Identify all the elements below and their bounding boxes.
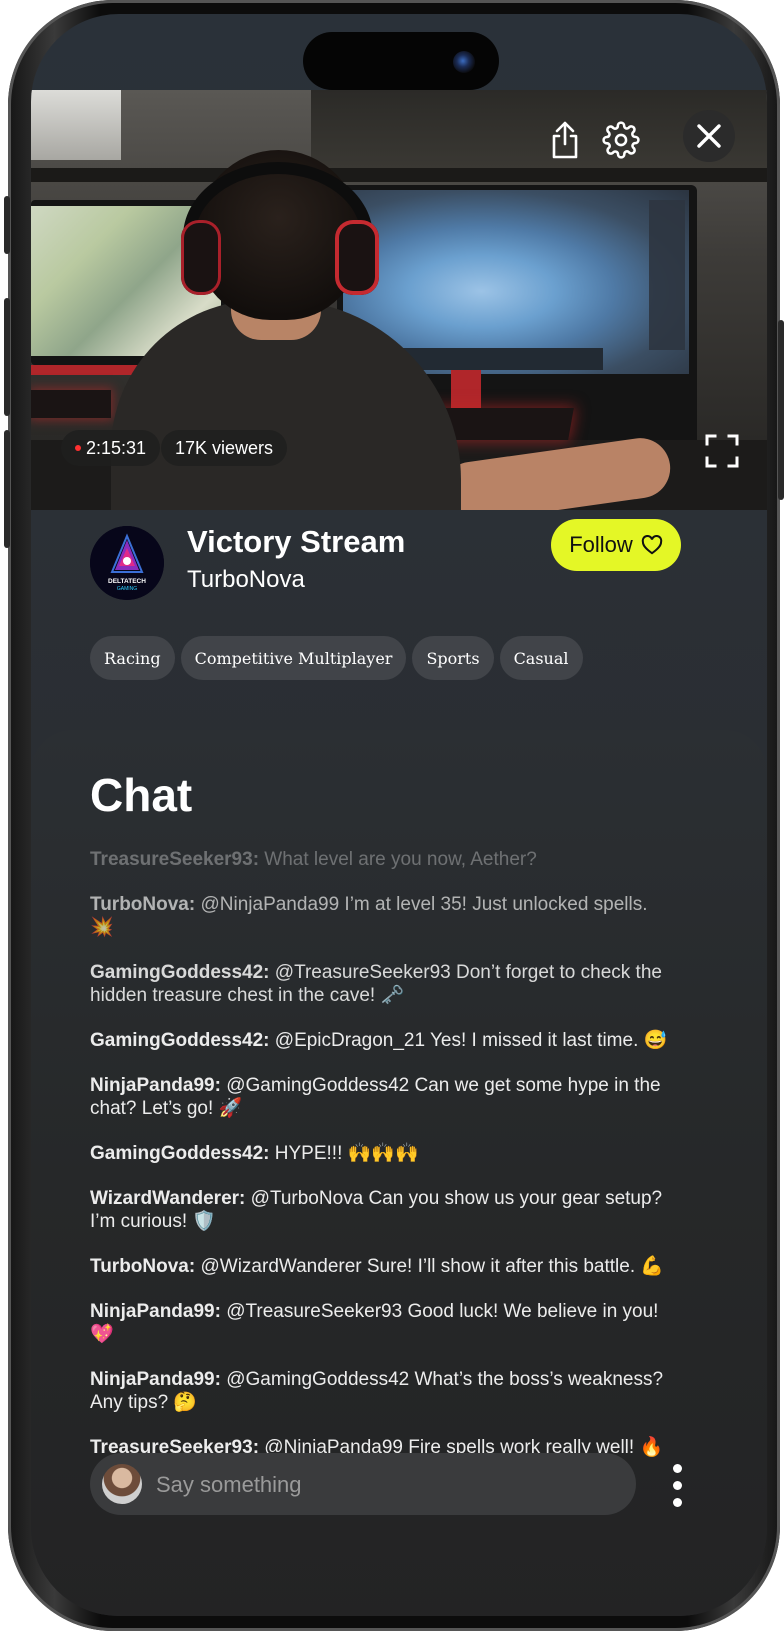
- video-scene-keyboard-left: [31, 390, 111, 418]
- chat-username[interactable]: GamingGoddess42:: [90, 962, 270, 983]
- channel-logo[interactable]: DELTATECH GAMING: [90, 526, 164, 600]
- chat-messages[interactable]: TreasureSeeker93: What level are you now…: [90, 848, 670, 1481]
- duration-badge: 2:15:31: [61, 430, 161, 466]
- chat-text: What level are you now, Aether?: [264, 849, 537, 870]
- chat-message: GamingGoddess42: HYPE!!! 🙌🙌🙌: [90, 1142, 670, 1165]
- dot: [672, 1463, 682, 1473]
- live-dot-icon: [75, 445, 81, 451]
- video-player[interactable]: 2:15:31 17K viewers: [31, 90, 767, 510]
- gear-icon[interactable]: [599, 118, 643, 162]
- video-scene-earcup-right: [335, 220, 379, 295]
- video-scene-window: [31, 90, 121, 160]
- chat-message: NinjaPanda99: @TreasureSeeker93 Good luc…: [90, 1300, 670, 1346]
- power-button: [778, 320, 784, 500]
- chat-message: GamingGoddess42: @EpicDragon_21 Yes! I m…: [90, 1029, 670, 1052]
- tag-casual[interactable]: Casual: [499, 636, 583, 680]
- video-scene-earcup-left: [181, 220, 221, 295]
- chat-input-bar: [90, 1453, 636, 1517]
- chat-username[interactable]: TurboNova:: [90, 1256, 195, 1277]
- video-scene-shelf: [31, 168, 767, 182]
- chat-username[interactable]: NinjaPanda99:: [90, 1301, 221, 1322]
- video-scene-hud: [649, 200, 685, 350]
- dot: [672, 1497, 682, 1507]
- fullscreen-icon[interactable]: [705, 434, 739, 468]
- dot: [672, 1480, 682, 1490]
- duration-text: 2:15:31: [86, 437, 147, 458]
- chat-message: TreasureSeeker93: What level are you now…: [90, 848, 670, 871]
- avatar[interactable]: [102, 1464, 142, 1504]
- chat-username[interactable]: GamingGoddess42:: [90, 1030, 270, 1051]
- phone-frame: 2:15:31 17K viewers DELTATECH GAMING Vic…: [4, 0, 784, 1631]
- chat-message: NinjaPanda99: @GamingGoddess42 What’s th…: [90, 1368, 670, 1414]
- tag-competitive-multiplayer[interactable]: Competitive Multiplayer: [180, 636, 407, 680]
- follow-button[interactable]: Follow: [551, 519, 681, 571]
- action-button: [4, 196, 10, 254]
- chat-message: NinjaPanda99: @GamingGoddess42 Can we ge…: [90, 1074, 670, 1120]
- tag-sports[interactable]: Sports: [412, 636, 494, 680]
- chat-text: @WizardWanderer Sure! I’ll show it after…: [200, 1256, 665, 1277]
- more-options-icon[interactable]: [659, 1460, 695, 1510]
- tag-list: Racing Competitive Multiplayer Sports Ca…: [90, 636, 583, 680]
- streamer-name[interactable]: TurboNova: [187, 566, 305, 594]
- viewers-text: 17K viewers: [175, 437, 274, 458]
- volume-up-button: [4, 298, 10, 416]
- tag-racing[interactable]: Racing: [90, 636, 175, 680]
- chat-text: @EpicDragon_21 Yes! I missed it last tim…: [274, 1030, 668, 1051]
- chat-message: TurboNova: @NinjaPanda99 I’m at level 35…: [90, 893, 670, 939]
- chat-username[interactable]: TurboNova:: [90, 894, 195, 915]
- chat-message: WizardWanderer: @TurboNova Can you show …: [90, 1187, 670, 1233]
- chat-message: TurboNova: @WizardWanderer Sure! I’ll sh…: [90, 1255, 670, 1278]
- close-icon: [697, 124, 721, 148]
- screen: 2:15:31 17K viewers DELTATECH GAMING Vic…: [31, 14, 767, 1616]
- dynamic-island: [303, 32, 499, 90]
- chat-title: Chat: [90, 769, 193, 821]
- camera-icon: [453, 51, 475, 73]
- chat-input[interactable]: [154, 1453, 618, 1517]
- follow-label: Follow: [569, 532, 633, 557]
- close-button[interactable]: [683, 110, 735, 162]
- chat-username[interactable]: TreasureSeeker93:: [90, 849, 259, 870]
- viewers-badge: 17K viewers: [161, 430, 288, 466]
- share-icon[interactable]: [543, 118, 587, 162]
- stream-title: Victory Stream: [187, 524, 406, 559]
- heart-icon: [641, 535, 662, 555]
- chat-text: HYPE!!! 🙌🙌🙌: [274, 1143, 419, 1164]
- logo-subtext: GAMING: [117, 586, 137, 592]
- chat-username[interactable]: NinjaPanda99:: [90, 1075, 221, 1096]
- chat-message: GamingGoddess42: @TreasureSeeker93 Don’t…: [90, 961, 670, 1007]
- chat-username[interactable]: WizardWanderer:: [90, 1188, 245, 1209]
- volume-down-button: [4, 430, 10, 548]
- chat-username[interactable]: NinjaPanda99:: [90, 1369, 221, 1390]
- logo-text: DELTATECH: [108, 578, 146, 585]
- chat-username[interactable]: GamingGoddess42:: [90, 1143, 270, 1164]
